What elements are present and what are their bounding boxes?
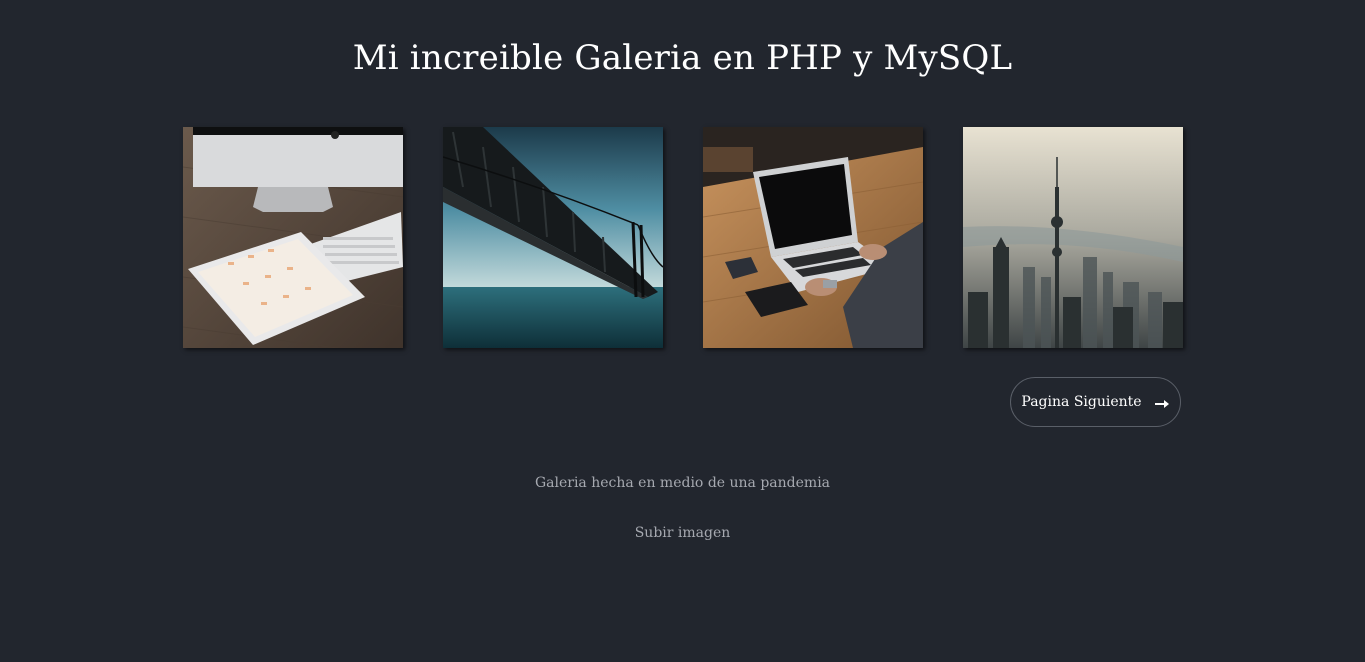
gallery-image-bridge[interactable]	[443, 127, 663, 348]
desk-imac-ipad-photo	[183, 127, 403, 348]
gallery-image-desk[interactable]	[183, 127, 403, 348]
gallery-image-laptop[interactable]	[703, 127, 923, 348]
arrow-right-icon	[1154, 397, 1170, 408]
bridge-over-sea-photo	[443, 127, 663, 348]
image-gallery	[183, 127, 1183, 348]
next-page-label: Pagina Siguiente	[1021, 394, 1142, 410]
gallery-image-city[interactable]	[963, 127, 1183, 348]
laptop-on-table-photo	[703, 127, 923, 348]
city-skyline-fog-photo	[963, 127, 1183, 348]
footer-credits: Galeria hecha en medio de una pandemia	[534, 475, 831, 491]
next-page-button[interactable]: Pagina Siguiente	[1010, 377, 1181, 427]
page-title: Mi increible Galeria en PHP y MySQL	[352, 38, 1013, 78]
upload-image-link[interactable]: Subir imagen	[0, 525, 1365, 541]
